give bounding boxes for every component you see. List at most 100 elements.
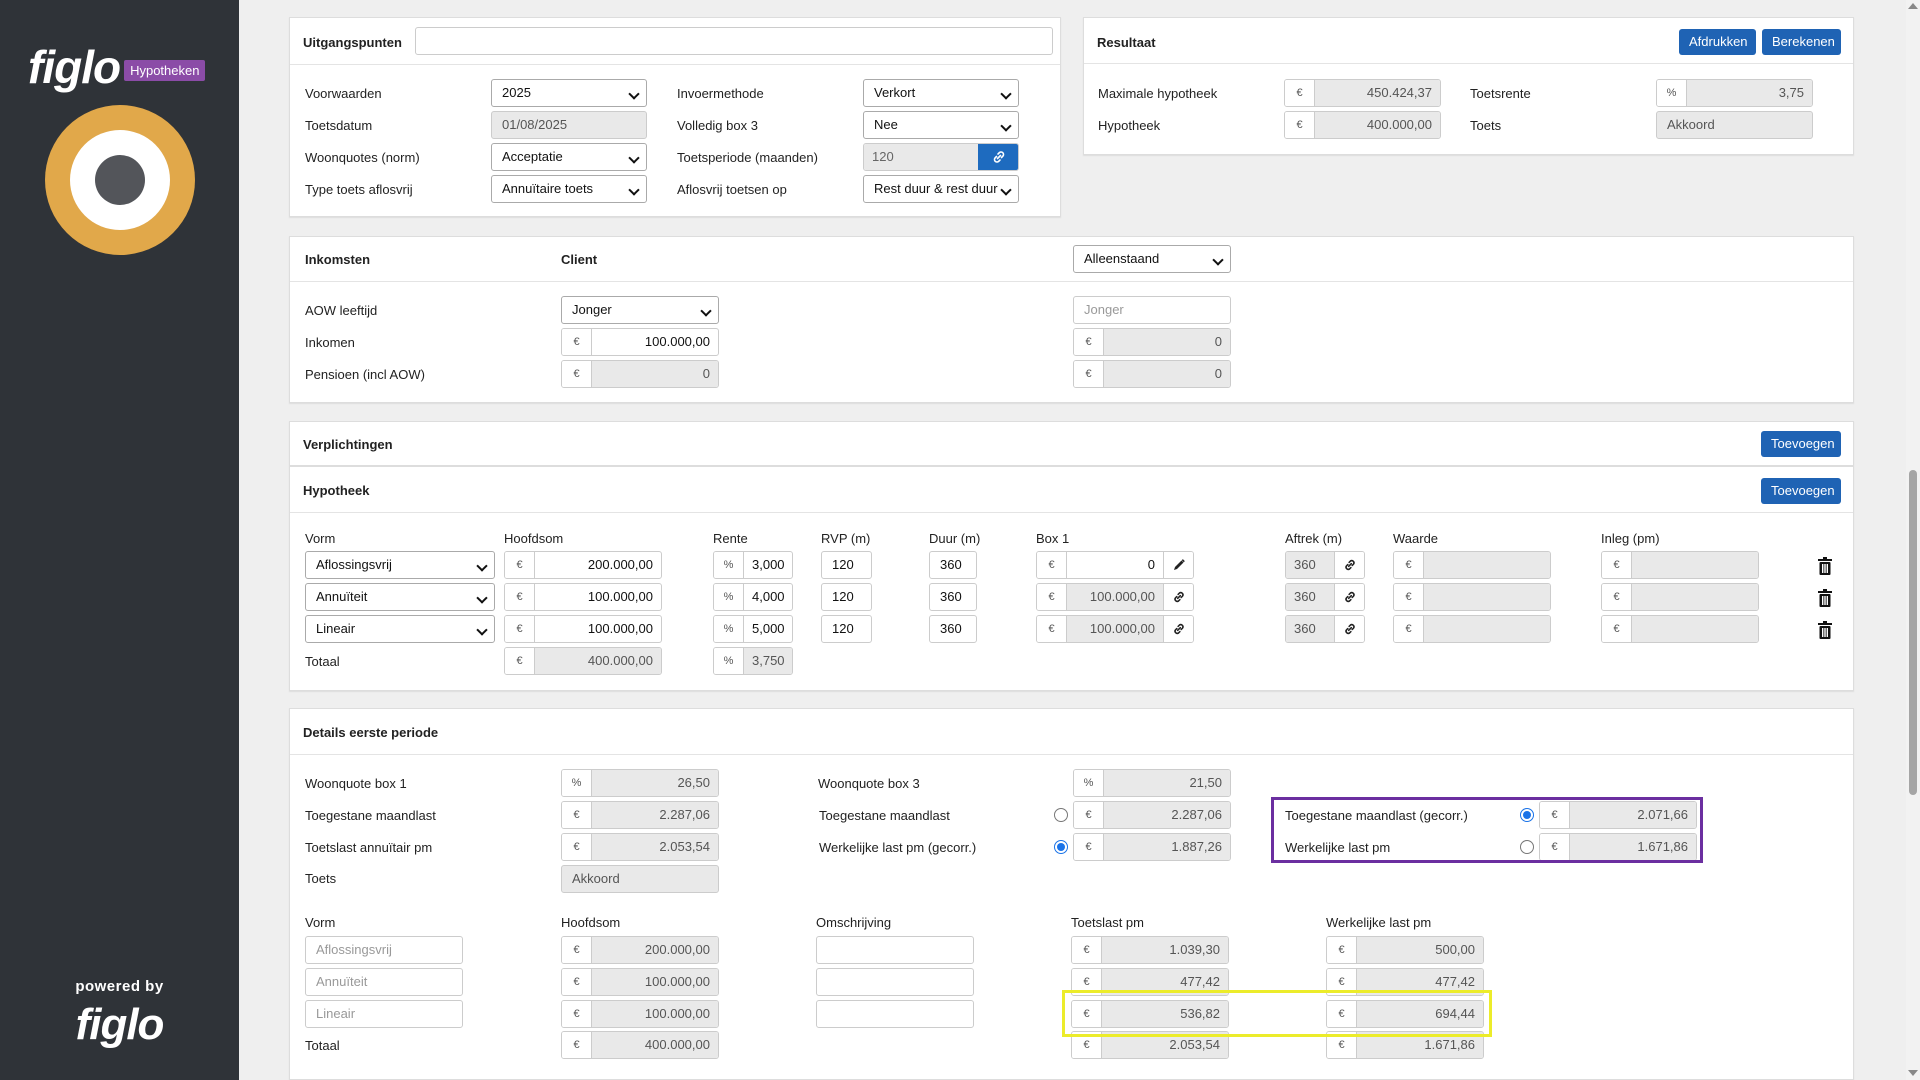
link-icon [993,151,1004,163]
werkelijke-last-gecorr-field: €1.887,26 [1073,833,1231,861]
trash-icon[interactable] [1817,621,1833,639]
rvp-input[interactable]: 120 [821,551,872,579]
percent-icon: % [1657,80,1687,106]
trash-icon[interactable] [1817,557,1833,575]
percent-icon: % [714,616,744,642]
euro-icon: € [1285,112,1315,138]
inkomen-label: Inkomen [305,335,355,350]
rente-input[interactable]: % 3,000 [713,551,793,579]
aow-partner-field[interactable]: Jonger [1073,296,1231,324]
partner-select[interactable]: Alleenstaand [1073,245,1231,273]
box1-link-button[interactable] [1163,616,1193,642]
resultaat-panel: Resultaat Afdrukken Berekenen Maximale h… [1083,17,1854,155]
toetsperiode-label: Toetsperiode (maanden) [677,150,818,165]
uitgangspunten-title: Uitgangspunten [303,35,402,50]
resultaat-title: Resultaat [1097,35,1156,50]
woonquotes-select[interactable]: Acceptatie [491,143,647,171]
scroll-up-icon[interactable] [1908,3,1918,9]
box1-input[interactable]: €0 [1036,551,1194,579]
aftrek-link-button[interactable] [1334,584,1364,610]
invoermethode-select[interactable]: Verkort [863,79,1019,107]
duur-input[interactable]: 360 [929,615,977,643]
euro-icon: € [562,329,592,355]
type-toets-select[interactable]: Annuïtaire toets [491,175,647,203]
scrollbar-thumb[interactable] [1909,470,1917,795]
euro-icon: € [1602,552,1632,578]
detail-omschrijving-input[interactable] [816,1000,974,1028]
hoofdsom-input[interactable]: €200.000,00 [504,551,662,579]
toetsperiode-group: 120 [863,143,1019,171]
waarde-field: € [1393,551,1551,579]
toetsrente-field: % 3,75 [1656,79,1813,107]
col-aftrek: Aftrek (m) [1285,531,1343,546]
duur-input[interactable]: 360 [929,551,977,579]
voorwaarden-select[interactable]: 2025 [491,79,647,107]
werkelijke-last-gecorr-radio[interactable] [1054,840,1068,854]
uitgangspunten-name-input[interactable] [415,27,1053,55]
col-rente: Rente [713,531,748,546]
detail-hoofdsom-field: €100.000,00 [561,1000,719,1028]
euro-icon: € [1074,361,1104,387]
aflosvrij-label: Aflosvrij toetsen op [677,182,787,197]
hoofdsom-input[interactable]: €100.000,00 [504,583,662,611]
detail-omschrijving-input[interactable] [816,968,974,996]
werkelijke-last-gecorr-label: Werkelijke last pm (gecorr.) [819,840,977,855]
euro-icon: € [505,584,535,610]
woonquote-box3-field: % 21,50 [1073,769,1231,797]
euro-icon: € [1072,937,1102,963]
box1-link-button[interactable] [1163,584,1193,610]
rente-input[interactable]: % 5,000 [713,615,793,643]
calculate-button[interactable]: Berekenen [1762,29,1841,55]
toetsdatum-field: 01/08/2025 [491,111,647,139]
scroll-down-icon[interactable] [1908,1070,1918,1076]
detail-omschrijving-input[interactable] [816,936,974,964]
footer-brand-logo: figlo [75,1000,165,1049]
toetsdatum-label: Toetsdatum [305,118,373,133]
toets-label: Toets [1470,118,1502,133]
detail-hoofdsom-field: €100.000,00 [561,968,719,996]
link-icon [1344,591,1355,603]
euro-icon: € [1074,802,1104,828]
aftrek-field: 360 [1285,583,1365,611]
link-icon [1173,591,1184,603]
aftrek-link-button[interactable] [1334,552,1364,578]
euro-icon: € [1037,584,1067,610]
aflosvrij-select[interactable]: Rest duur & rest duur [863,175,1019,203]
rvp-input[interactable]: 120 [821,583,872,611]
euro-icon: € [562,1032,592,1058]
inkomen-input[interactable]: € 100.000,00 [561,328,719,356]
volledig-box3-select[interactable]: Nee [863,111,1019,139]
hypotheek-title: Hypotheek [303,483,370,498]
max-hypotheek-field: € 450.424,37 [1284,79,1441,107]
vorm-select[interactable]: Annuïteit [305,583,495,611]
rente-input[interactable]: % 4,000 [713,583,793,611]
brand-logo[interactable]: figlo Hypotheken [28,40,206,94]
detail-col-hoofdsom: Hoofdsom [561,915,621,930]
hoofdsom-input[interactable]: €100.000,00 [504,615,662,643]
trash-icon[interactable] [1817,589,1833,607]
euro-icon: € [1074,834,1104,860]
toetsperiode-link-button[interactable] [978,144,1018,170]
detail-totaal-label: Totaal [305,1038,340,1053]
brand-badge: Hypotheken [124,59,206,81]
link-icon [1344,623,1355,635]
toetsrente-label: Toetsrente [1470,86,1531,101]
edit-button[interactable] [1163,552,1193,578]
hypotheek-label: Hypotheek [1098,118,1161,133]
add-hypotheek-button[interactable]: Toevoegen [1761,478,1841,504]
rvp-input[interactable]: 120 [821,615,872,643]
aftrek-field: 360 [1285,551,1365,579]
detail-col-omschrijving: Omschrijving [816,915,892,930]
toegestane-maandlast-radio[interactable] [1054,808,1068,822]
aow-select[interactable]: Jonger [561,296,719,324]
max-hypotheek-label: Maximale hypotheek [1098,86,1218,101]
details-toets-label: Toets [305,871,337,886]
print-button[interactable]: Afdrukken [1679,29,1756,55]
euro-icon: € [562,937,592,963]
aftrek-link-button[interactable] [1334,616,1364,642]
vorm-select[interactable]: Lineair [305,615,495,643]
duur-input[interactable]: 360 [929,583,977,611]
add-verplichting-button[interactable]: Toevoegen [1761,431,1841,457]
hypotheek-panel: Hypotheek Toevoegen Vorm Hoofdsom Rente … [289,466,1854,691]
vorm-select[interactable]: Aflossingsvrij [305,551,495,579]
